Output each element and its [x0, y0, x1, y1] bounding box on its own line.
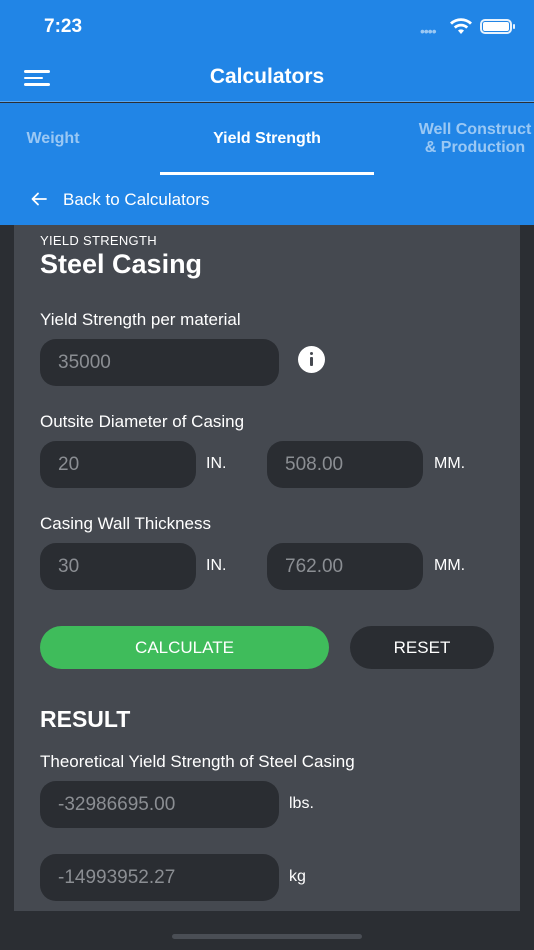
wifi-icon	[450, 18, 472, 34]
outside-diameter-mm-input[interactable]: 508.00	[267, 441, 423, 488]
wall-thickness-mm-unit: MM.	[434, 557, 466, 574]
tab-well-construction[interactable]: Well Construct & Production	[390, 103, 534, 175]
tab-well-line1: Well Construct	[418, 121, 532, 138]
calculator-eyebrow: YIELD STRENGTH	[40, 233, 157, 248]
info-icon[interactable]	[298, 346, 325, 373]
wall-thickness-in-unit: IN.	[206, 557, 227, 574]
tab-yield-strength[interactable]: Yield Strength	[160, 103, 374, 175]
calculate-button[interactable]: CALCULATE	[40, 626, 329, 669]
tab-well-construction-label: Well Construct & Production	[419, 121, 532, 157]
back-arrow-icon	[31, 192, 47, 206]
status-time: 7:23	[44, 16, 83, 37]
yield-strength-label: Yield Strength per material	[40, 310, 241, 329]
tab-weight-label: Weight	[26, 130, 80, 147]
wall-thickness-in-input[interactable]: 30	[40, 543, 196, 590]
result-kg-unit: kg	[289, 868, 306, 885]
result-label: Theoretical Yield Strength of Steel Casi…	[40, 752, 355, 771]
home-indicator	[172, 934, 362, 939]
reset-button[interactable]: RESET	[350, 626, 494, 669]
outside-diameter-in-input[interactable]: 20	[40, 441, 196, 488]
outside-diameter-label: Outsite Diameter of Casing	[40, 412, 245, 431]
reset-button-label: RESET	[393, 637, 451, 657]
outside-diameter-mm-unit: MM.	[434, 455, 466, 472]
calculate-button-label: CALCULATE	[135, 637, 234, 657]
calculator-title: Steel Casing	[40, 249, 203, 279]
wall-thickness-label: Casing Wall Thickness	[40, 514, 212, 533]
result-kg-field: -14993952.27	[40, 854, 279, 901]
page-title: Calculators	[209, 65, 325, 88]
tab-bar: Weight Yield Strength Well Construct & P…	[0, 103, 534, 175]
back-label: Back to Calculators	[63, 190, 210, 209]
tab-yield-strength-label: Yield Strength	[213, 130, 321, 147]
outside-diameter-in-unit: IN.	[206, 455, 227, 472]
status-bar: 7:23 ••••	[0, 0, 534, 54]
yield-strength-input[interactable]: 35000	[40, 339, 279, 386]
battery-icon	[480, 19, 515, 34]
tab-weight[interactable]: Weight	[0, 103, 106, 175]
result-heading: RESULT	[40, 706, 131, 732]
signal-dots-icon: ••••	[420, 23, 437, 39]
wall-thickness-mm-input[interactable]: 762.00	[267, 543, 423, 590]
result-lbs-field: -32986695.00	[40, 781, 279, 828]
result-lbs-unit: lbs.	[289, 795, 314, 812]
back-to-calculators-button[interactable]: Back to Calculators	[0, 175, 534, 225]
app-header: Calculators	[0, 54, 534, 102]
tab-well-line2: & Production	[424, 139, 526, 156]
